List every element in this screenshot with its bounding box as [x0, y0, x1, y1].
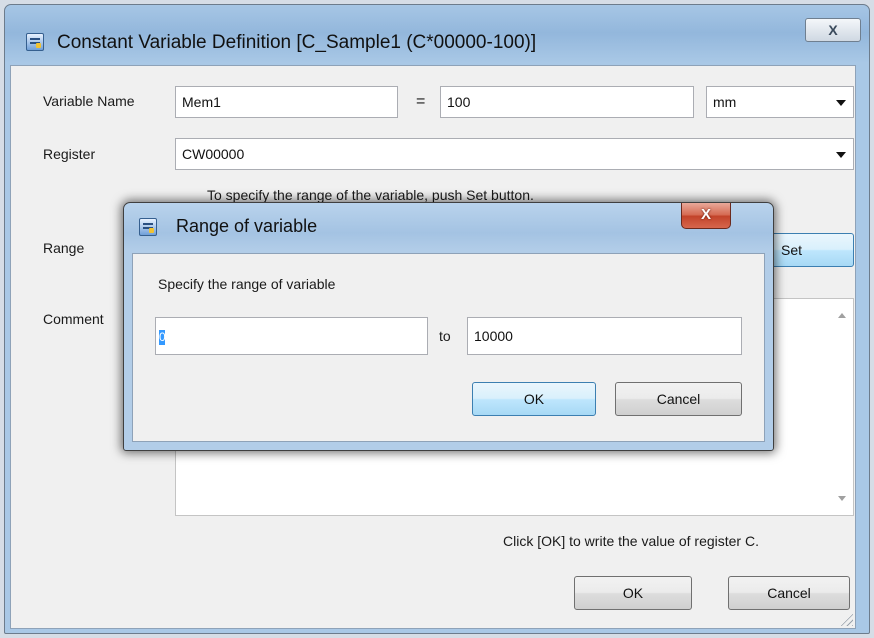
- comment-label: Comment: [43, 311, 104, 327]
- range-max-input[interactable]: 10000: [467, 317, 742, 355]
- equals-sign: =: [416, 93, 426, 110]
- range-dialog-close-button[interactable]: X: [681, 203, 731, 229]
- range-hint: To specify the range of the variable, pu…: [207, 187, 534, 203]
- ok-button[interactable]: OK: [574, 576, 692, 610]
- range-ok-button[interactable]: OK: [472, 382, 596, 416]
- window-close-button[interactable]: X: [805, 18, 861, 42]
- scroll-up-arrow-icon[interactable]: [838, 313, 846, 318]
- range-min-input[interactable]: 0: [155, 317, 428, 355]
- range-of-variable-dialog: Range of variable X Specify the range of…: [123, 202, 774, 451]
- footer-note: Click [OK] to write the value of registe…: [503, 533, 759, 549]
- range-dialog-body: Specify the range of variable 0 to 10000…: [132, 253, 765, 442]
- cancel-button[interactable]: Cancel: [728, 576, 850, 610]
- range-min-value: 0: [159, 329, 166, 345]
- variable-name-input[interactable]: Mem1: [175, 86, 398, 118]
- app-window-icon: [26, 33, 44, 51]
- app-window-icon: [139, 218, 157, 236]
- register-select[interactable]: CW00000: [175, 138, 854, 170]
- register-label: Register: [43, 146, 96, 162]
- title-bar[interactable]: Constant Variable Definition [C_Sample1 …: [5, 5, 869, 65]
- chevron-down-icon: [836, 100, 846, 106]
- range-dialog-title: Range of variable: [176, 216, 318, 236]
- variable-name-label: Variable Name: [43, 93, 135, 109]
- scroll-down-arrow-icon[interactable]: [838, 496, 846, 501]
- register-select-value: CW00000: [182, 146, 245, 162]
- value-input[interactable]: 100: [440, 86, 694, 118]
- range-instruction: Specify the range of variable: [158, 276, 336, 292]
- window-title: Constant Variable Definition [C_Sample1 …: [57, 32, 537, 53]
- range-label: Range: [43, 240, 85, 256]
- unit-select-value: mm: [713, 94, 737, 110]
- unit-select[interactable]: mm: [706, 86, 854, 118]
- range-to-label: to: [439, 328, 451, 344]
- chevron-down-icon: [836, 152, 846, 158]
- range-cancel-button[interactable]: Cancel: [615, 382, 742, 416]
- resize-grip-icon[interactable]: [839, 612, 853, 626]
